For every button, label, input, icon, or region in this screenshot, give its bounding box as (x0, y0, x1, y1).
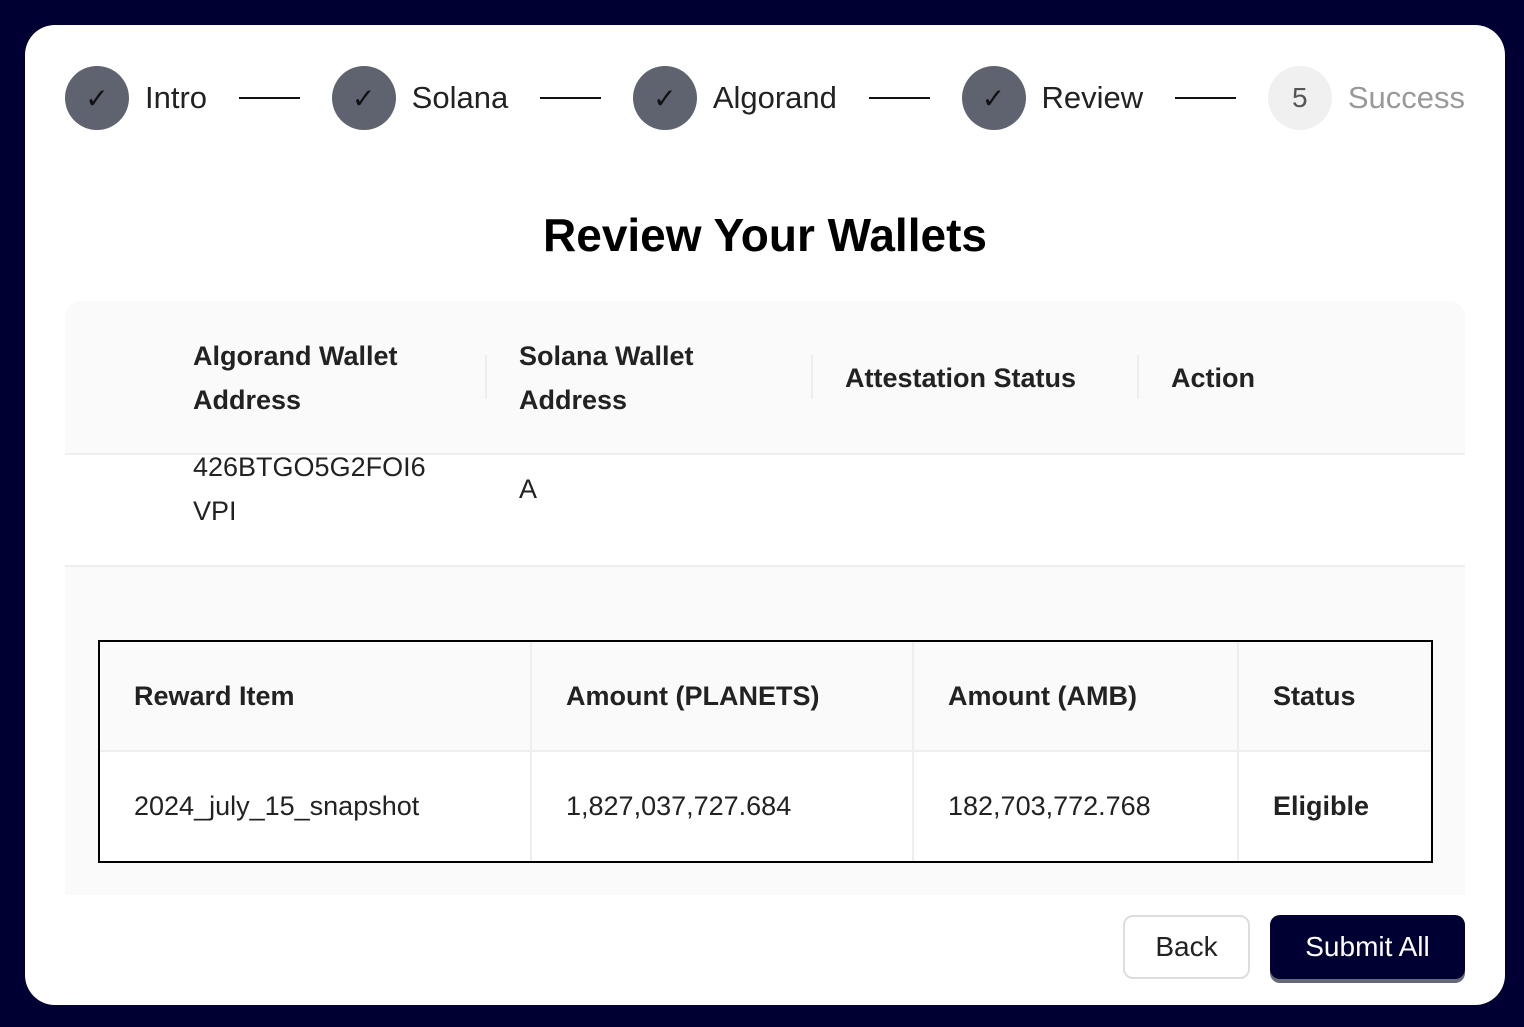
page-title: Review Your Wallets (543, 209, 987, 261)
header-status: Status (1238, 642, 1431, 752)
header-action: Action (1171, 363, 1255, 393)
expanded-row: Reward Item Amount (PLANETS) Amount (AMB… (65, 565, 1465, 895)
algorand-address-line: 426BTGO5G2FOI6 (193, 452, 426, 482)
header-reward-item: Reward Item (100, 642, 532, 752)
step-number: 5 (1267, 66, 1332, 130)
header-amb: Amount (AMB) (913, 642, 1239, 752)
check-icon: ✓ (632, 66, 697, 130)
table-row: 2024_july_15_snapshot 1,827,037,727.684 … (100, 751, 1431, 861)
reward-item: 2024_july_15_snapshot (100, 751, 532, 861)
solana-address-line: A (519, 474, 538, 504)
step-connector (868, 97, 930, 99)
step-review: ✓ Review (961, 66, 1144, 130)
step-label: Algorand (712, 80, 837, 115)
divider (811, 355, 813, 399)
algorand-address-line: VPI (193, 496, 237, 526)
header-algorand: Algorand Wallet Address (193, 341, 398, 415)
step-connector (540, 97, 601, 99)
submit-all-button[interactable]: Submit All (1270, 915, 1465, 979)
step-solana: ✓ Solana (331, 66, 509, 130)
check-icon: ✓ (961, 66, 1026, 130)
step-label: Review (1041, 80, 1144, 115)
step-label: Solana (411, 80, 509, 115)
reward-table: Reward Item Amount (PLANETS) Amount (AMB… (98, 640, 1433, 863)
header-attestation: Attestation Status (845, 363, 1077, 393)
check-icon: ✓ (65, 66, 129, 130)
step-success: 5 Success (1267, 66, 1465, 130)
step-connector (1175, 97, 1236, 99)
amount-amb: 182,703,772.768 (913, 751, 1239, 861)
check-icon: ✓ (331, 66, 396, 130)
stepper: ✓ Intro ✓ Solana ✓ Algorand ✓ Review 5 Succes… (65, 66, 1465, 130)
step-label: Success (1347, 80, 1465, 115)
back-button[interactable]: Back (1123, 915, 1250, 979)
divider (485, 355, 487, 399)
header-planets: Amount (PLANETS) (531, 642, 914, 752)
step-algorand: ✓ Algorand (632, 66, 837, 130)
step-connector (239, 97, 300, 99)
wizard-card: ✓ Intro ✓ Solana ✓ Algorand ✓ Review 5 Succes… (25, 25, 1505, 1005)
status-badge: Eligible (1273, 791, 1370, 821)
divider (1137, 355, 1139, 399)
header-solana: Solana Wallet Address (519, 341, 694, 415)
step-intro: ✓ Intro (65, 66, 207, 130)
step-label: Intro (145, 80, 208, 115)
wallet-table-header: Algorand Wallet Address Solana Wallet Ad… (65, 301, 1465, 455)
amount-planets: 1,827,037,727.684 (531, 751, 914, 861)
